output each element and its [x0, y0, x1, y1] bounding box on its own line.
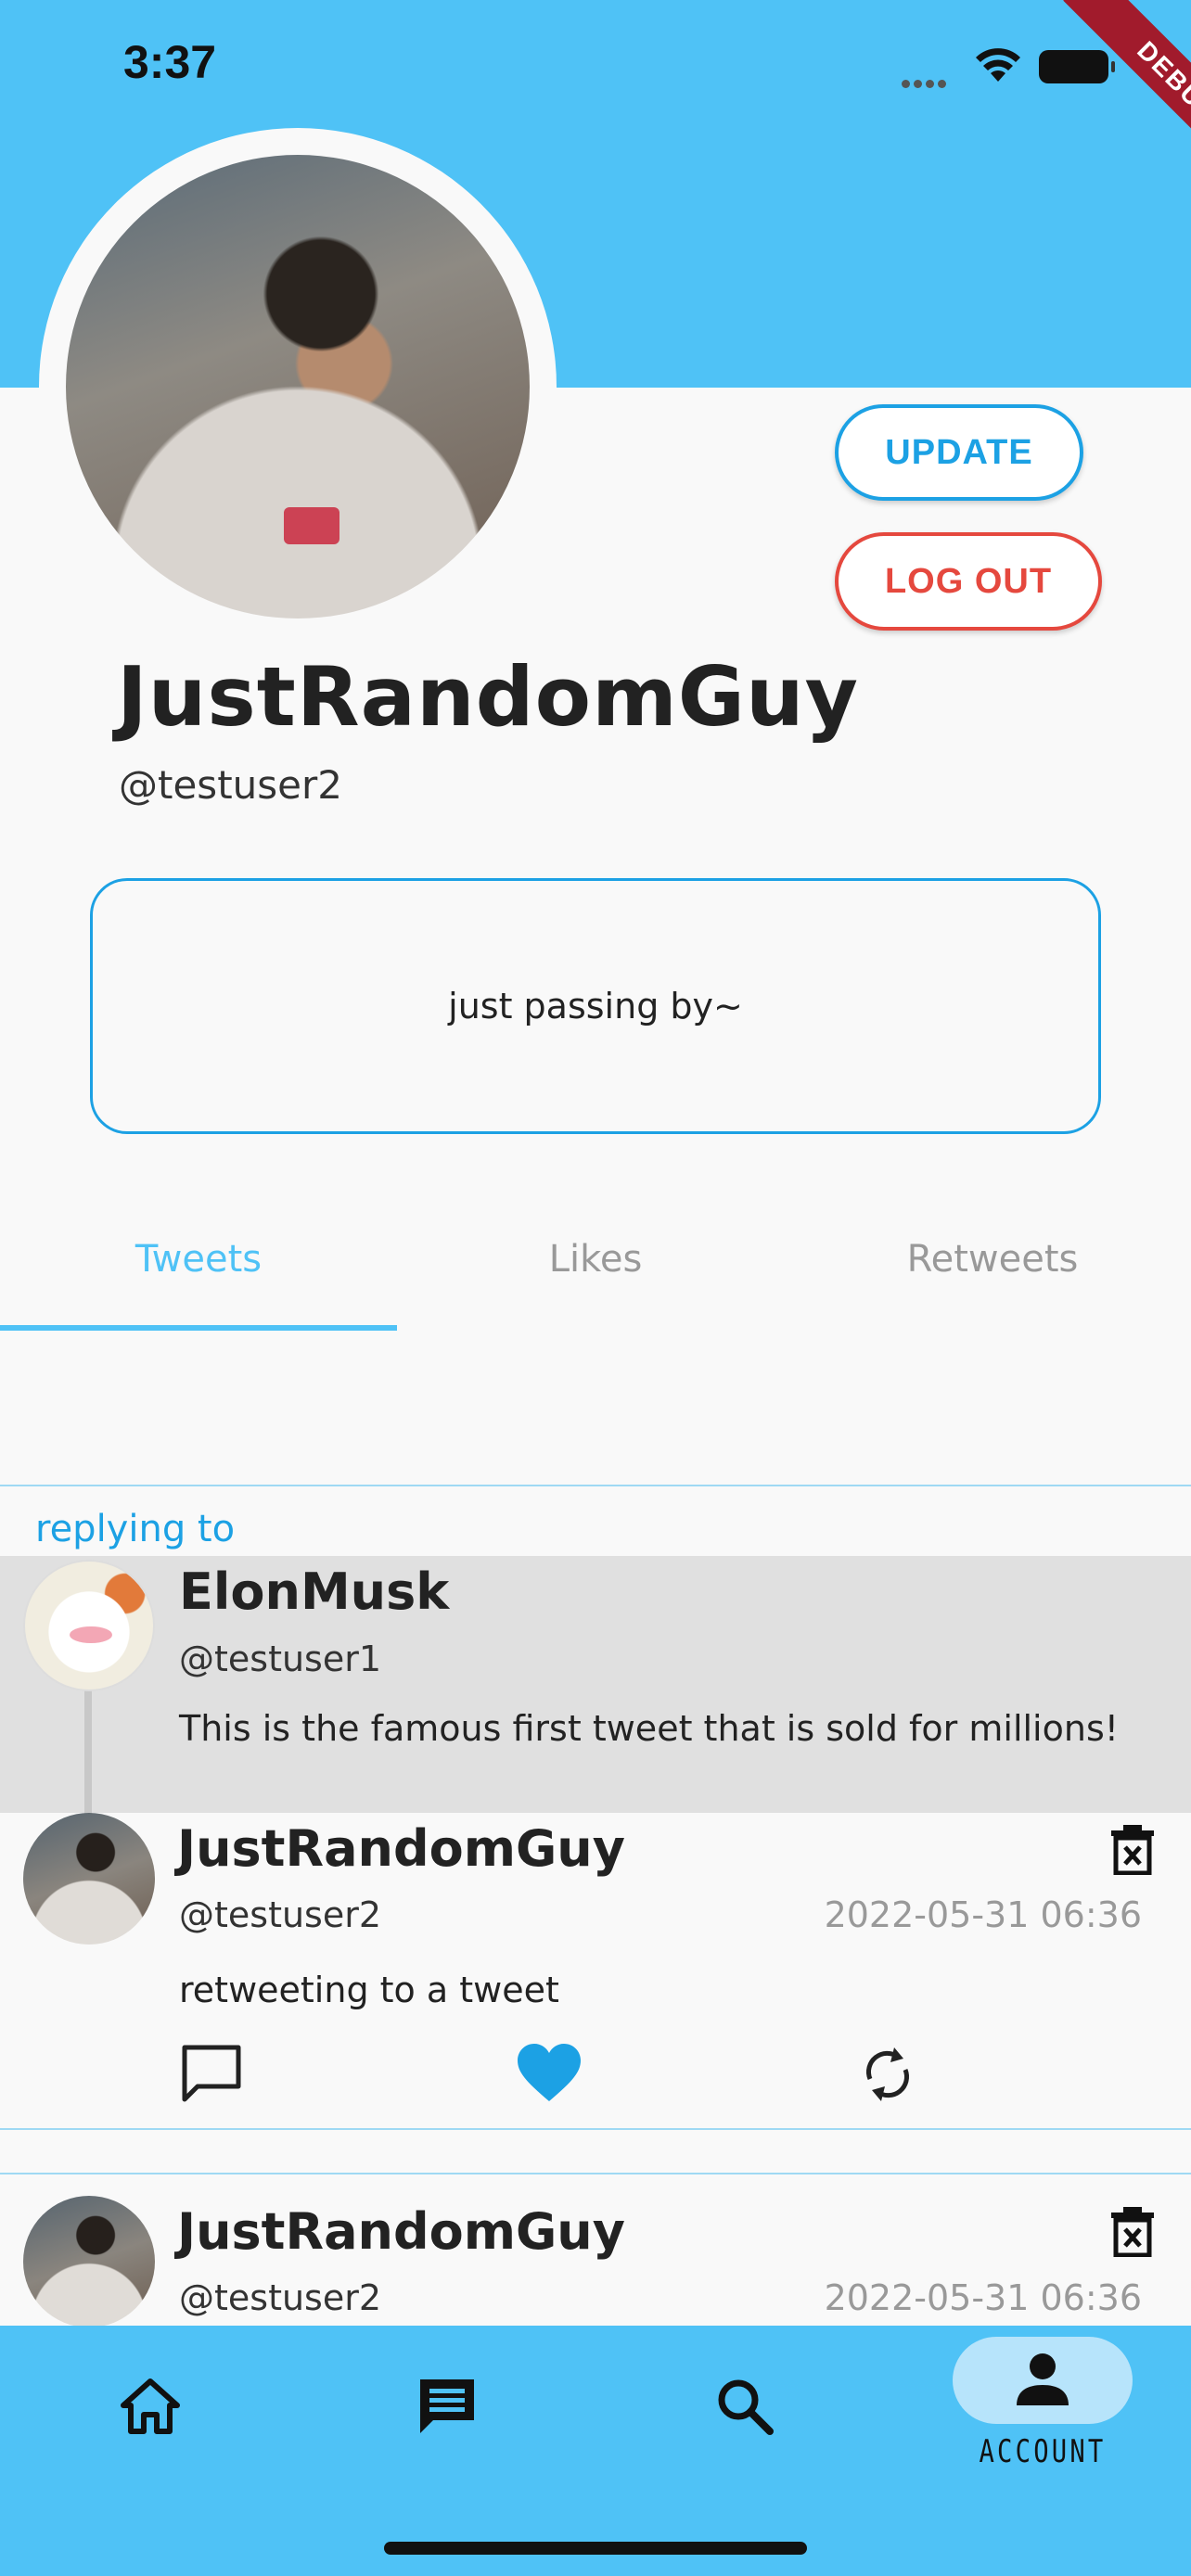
tweet-author-avatar[interactable] [23, 1813, 155, 1945]
home-icon[interactable] [118, 2374, 183, 2439]
delete-icon[interactable] [1109, 2205, 1156, 2261]
profile-avatar[interactable] [39, 128, 557, 645]
profile-bio: just passing by~ [90, 878, 1101, 1134]
tab-retweets[interactable]: Retweets [794, 1238, 1191, 1281]
person-icon[interactable] [1009, 2348, 1076, 2417]
thread-connector-line [84, 1669, 92, 1817]
divider [0, 1485, 1191, 1486]
tweet-timestamp: 2022-05-31 06:36 [824, 2277, 1142, 2318]
replying-to-label: replying to [35, 1508, 236, 1550]
tab-tweets[interactable]: Tweets [0, 1238, 397, 1281]
wifi-icon [974, 46, 1022, 87]
messages-icon[interactable] [415, 2374, 480, 2439]
profile-display-name: JustRandomGuy [117, 649, 860, 745]
divider [0, 2173, 1191, 2174]
tweet-author-name: JustRandomGuy [177, 1819, 625, 1878]
search-icon[interactable] [712, 2374, 777, 2439]
tweet-author-handle: @testuser2 [179, 2277, 382, 2318]
battery-icon [1039, 50, 1115, 83]
profile-photo [66, 155, 530, 618]
quoted-tweet-author-handle: @testuser1 [179, 1639, 382, 1679]
delete-icon[interactable] [1109, 1823, 1156, 1879]
heart-icon[interactable] [516, 2042, 583, 2107]
tweet-text: retweeting to a tweet [179, 1970, 559, 2010]
profile-bio-text: just passing by~ [448, 986, 743, 1027]
nav-account-label[interactable]: ACCOUNT [970, 2433, 1114, 2470]
logout-button[interactable]: LOG OUT [835, 532, 1102, 631]
status-bar-time: 3:37 [123, 36, 217, 88]
retweet-icon[interactable] [857, 2042, 918, 2111]
tweet-author-name: JustRandomGuy [177, 2202, 625, 2261]
reply-icon[interactable] [179, 2042, 244, 2111]
update-profile-button[interactable]: UPDATE [835, 404, 1083, 501]
tweet-author-avatar[interactable] [23, 2196, 155, 2327]
profile-username: @testuser2 [119, 762, 342, 808]
quoted-tweet-avatar[interactable] [23, 1560, 155, 1691]
home-indicator [384, 2542, 807, 2555]
active-tab-indicator [0, 1325, 397, 1331]
tweet-author-handle: @testuser2 [179, 1894, 382, 1935]
tab-likes[interactable]: Likes [397, 1238, 794, 1281]
quoted-tweet-author-name: ElonMusk [179, 1562, 450, 1621]
tweet-timestamp: 2022-05-31 06:36 [824, 1894, 1142, 1935]
quoted-tweet-text: This is the famous first tweet that is s… [179, 1708, 1119, 1749]
cellular-signal-icon [902, 74, 957, 88]
divider [0, 2128, 1191, 2130]
